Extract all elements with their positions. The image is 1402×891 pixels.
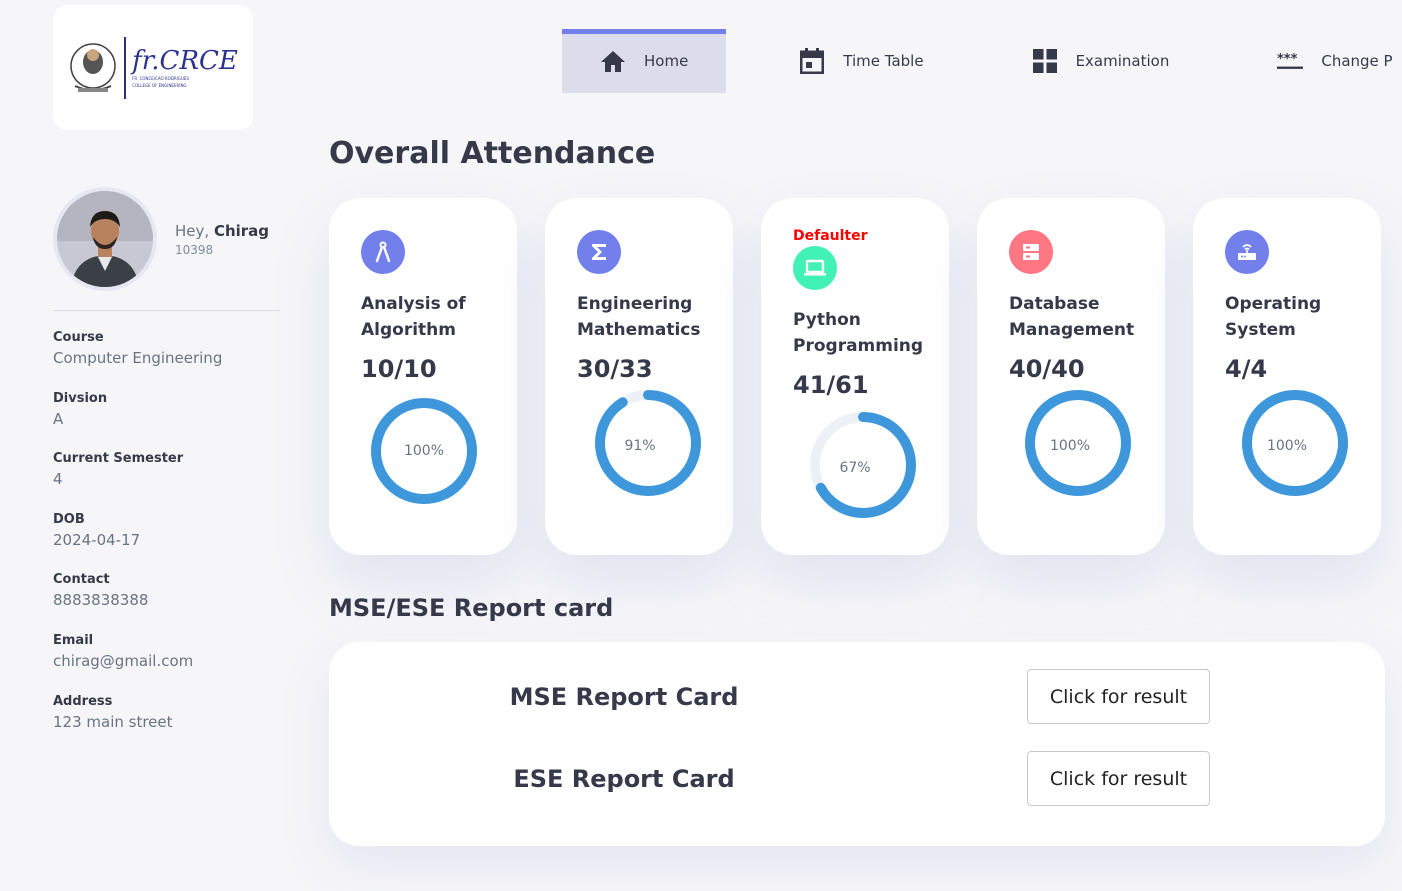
attendance-ring: 100%	[1242, 390, 1348, 496]
mse-result-button[interactable]: Click for result	[1027, 669, 1210, 724]
attendance-ring: 67%	[810, 412, 916, 518]
subject-card[interactable]: Analysis of Algorithm 10/10 100%	[329, 198, 517, 555]
attendance-percent: 67%	[839, 460, 870, 476]
info-value: 2024-04-17	[53, 530, 141, 549]
info-dob: DOB 2024-04-17	[53, 512, 222, 573]
nav-label: Time Table	[843, 52, 924, 70]
report-title: ESE Report Card	[513, 765, 735, 793]
info-contact: Contact 8883838388	[53, 572, 222, 633]
info-value: chirag@gmail.com	[53, 651, 194, 670]
subject-name: Database Management	[1009, 294, 1135, 340]
svg-text:***: ***	[1277, 52, 1298, 67]
subject-count: 10/10	[361, 355, 437, 383]
nav-change-password[interactable]: *** Change P	[1223, 29, 1393, 93]
greeting: Hey, Chirag	[175, 221, 270, 240]
attendance-percent: 100%	[1267, 438, 1307, 454]
logo-fineprint: FR. CONCEICAO RODRIGUES	[132, 75, 189, 81]
nav-label: Change P	[1321, 52, 1393, 70]
home-icon	[600, 48, 626, 74]
info-value: Computer Engineering	[53, 349, 223, 367]
subject-name: Analysis of Algorithm	[361, 294, 466, 340]
subject-count: 30/33	[577, 355, 653, 383]
user-name: Chirag	[213, 221, 270, 240]
attendance-heading: Overall Attendance	[329, 136, 656, 171]
subject-count: 41/61	[793, 371, 869, 399]
nav-label: Home	[644, 52, 689, 70]
info-label: Divsion	[53, 390, 108, 406]
info-division: Divsion A	[53, 391, 222, 452]
attendance-percent: 100%	[404, 443, 444, 459]
report-row-ese: ESE Report Card Click for result	[329, 751, 1385, 807]
subject-name: Operating System	[1225, 294, 1322, 340]
nav-label: Examination	[1075, 52, 1170, 70]
report-heading: MSE/ESE Report card	[329, 594, 614, 622]
subject-card[interactable]: Operating System 4/4 100%	[1193, 198, 1381, 555]
info-label: Email	[53, 632, 94, 648]
subject-card[interactable]: Database Management 40/40 100%	[977, 198, 1165, 555]
subject-card[interactable]: Engineering Mathematics 30/33 91%	[545, 198, 733, 555]
attendance-ring: 91%	[595, 390, 701, 496]
info-address: Address 123 main street	[53, 694, 222, 755]
subject-count: 4/4	[1225, 355, 1268, 383]
info-value: 123 main street	[53, 712, 173, 731]
ese-result-button[interactable]: Click for result	[1027, 751, 1210, 806]
attendance-percent: 100%	[1050, 438, 1090, 454]
info-label: Address	[53, 693, 113, 709]
nav-examination[interactable]: Examination	[978, 29, 1224, 93]
calendar-icon	[799, 48, 825, 74]
info-value: 4	[53, 470, 63, 489]
report-title: MSE Report Card	[509, 683, 739, 711]
top-nav: Home Time Table Examination *** Change P	[562, 29, 1393, 93]
laptop-icon	[793, 246, 837, 290]
sidebar-divider	[53, 310, 280, 311]
subject-count: 40/40	[1009, 355, 1085, 383]
defaulter-badge: Defaulter	[793, 228, 868, 244]
info-value: A	[53, 409, 64, 428]
report-card-panel: MSE Report Card Click for result ESE Rep…	[329, 642, 1385, 846]
profile: Hey, Chirag 10398	[53, 187, 269, 291]
attendance-percent: 91%	[624, 438, 655, 454]
info-email: Email chirag@gmail.com	[53, 633, 222, 694]
info-value: 8883838388	[53, 591, 149, 610]
college-logo: fr.CRCE FR. CONCEICAO RODRIGUES COLLEGE …	[53, 5, 253, 130]
compass-icon	[361, 230, 405, 274]
info-semester: Current Semester 4	[53, 451, 222, 512]
info-label: Course	[53, 330, 104, 345]
subject-card[interactable]: Defaulter Python Programming 41/61 67%	[761, 198, 949, 555]
database-icon	[1009, 230, 1053, 274]
grid-icon	[1032, 48, 1058, 74]
user-photo-icon	[57, 191, 153, 287]
logo-brand: fr.CRCE	[132, 45, 238, 76]
nav-home[interactable]: Home	[562, 29, 727, 93]
nav-time-table[interactable]: Time Table	[726, 29, 977, 93]
logo-divider	[124, 36, 127, 99]
report-row-mse: MSE Report Card Click for result	[329, 669, 1385, 725]
student-info: Course Computer Engineering Divsion A Cu…	[53, 330, 222, 754]
info-label: Contact	[53, 572, 110, 588]
info-label: DOB	[53, 511, 85, 527]
avatar	[53, 187, 157, 291]
logo-fineprint: COLLEGE OF ENGINEERING	[132, 82, 187, 88]
router-icon	[1225, 230, 1269, 274]
subject-name: Python Programming	[793, 310, 924, 356]
subject-name: Engineering Mathematics	[577, 294, 701, 340]
attendance-ring: 100%	[371, 398, 477, 504]
info-label: Current Semester	[53, 451, 184, 467]
password-icon: ***	[1277, 48, 1304, 74]
sigma-icon	[577, 230, 621, 274]
attendance-ring: 100%	[1025, 390, 1131, 496]
college-seal-icon	[70, 42, 116, 92]
info-course: Course Computer Engineering	[53, 330, 222, 391]
user-id: 10398	[175, 242, 214, 257]
subject-cards: Analysis of Algorithm 10/10 100% Enginee…	[329, 198, 1381, 555]
